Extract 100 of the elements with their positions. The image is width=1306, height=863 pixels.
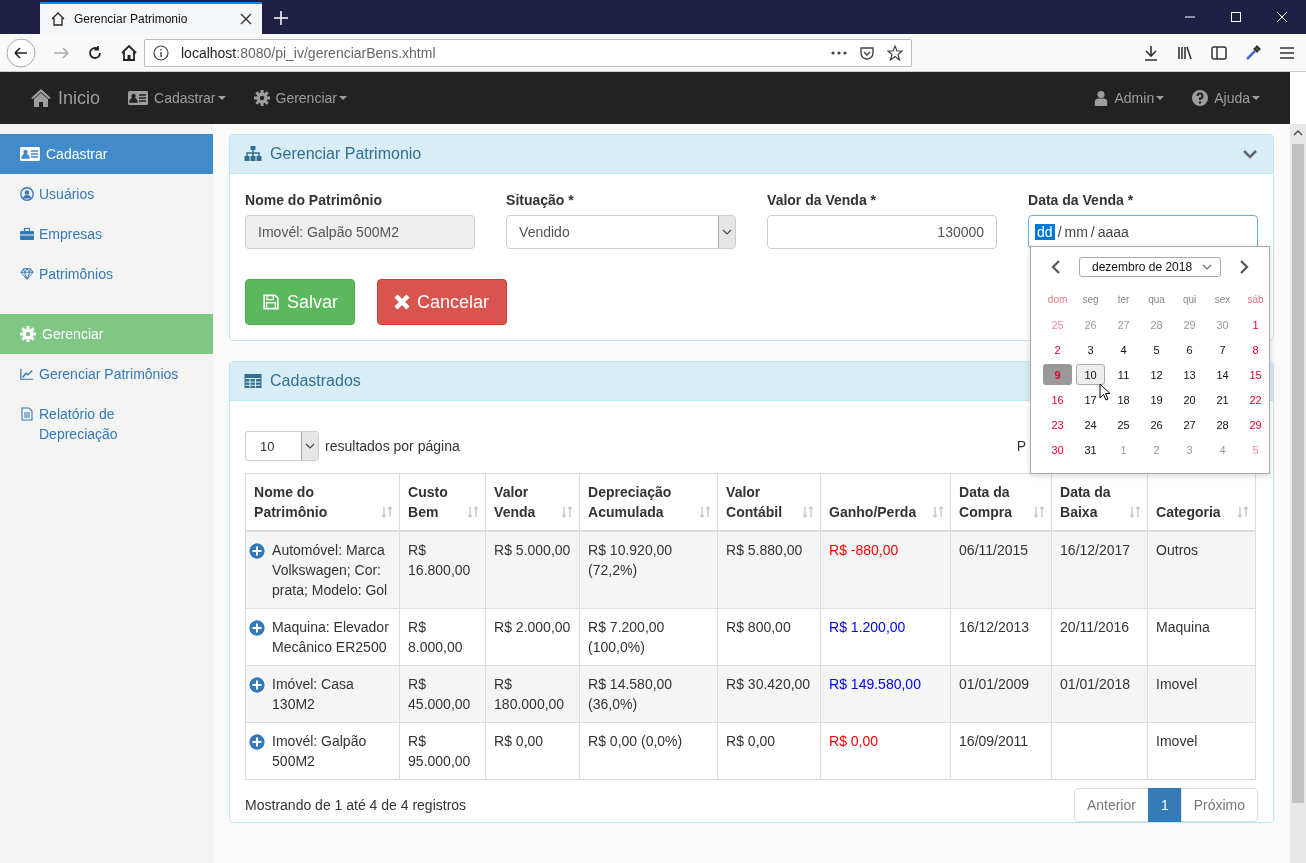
calendar-day[interactable]: 27 xyxy=(1175,414,1205,435)
asset-name: Imovél: Galpão 500M2 xyxy=(272,732,368,771)
calendar-day[interactable]: 23 xyxy=(1043,414,1073,435)
calendar-day[interactable]: 26 xyxy=(1142,414,1172,435)
panel-title: Gerenciar Patrimonio xyxy=(270,145,422,163)
eyedropper-icon[interactable] xyxy=(1244,43,1262,62)
sidebar-header[interactable]: Cadastrar xyxy=(0,134,214,174)
scroll-up-icon[interactable] xyxy=(1293,130,1304,136)
table-cell: R$ 180.000,00 xyxy=(485,665,580,723)
browser-tab[interactable]: Gerenciar Patrimonio xyxy=(40,2,262,34)
weekday-label: sáb xyxy=(1246,293,1265,307)
weekday-label: seg xyxy=(1081,293,1100,307)
chevron-down-icon[interactable] xyxy=(1243,147,1258,161)
table-cell: R$ 5.000,00 xyxy=(485,531,580,609)
reload-icon[interactable] xyxy=(86,43,104,62)
calendar-day[interactable]: 24 xyxy=(1076,414,1106,435)
page-size-label: resultados por página xyxy=(325,438,460,454)
nav-dropdown[interactable]: Cadastrar xyxy=(128,90,226,106)
back-button[interactable] xyxy=(6,37,36,68)
month-select[interactable]: dezembro de 2018 xyxy=(1079,257,1222,277)
cancel-button[interactable]: Cancelar xyxy=(377,279,508,325)
user-icon xyxy=(20,187,34,201)
scrollbar[interactable] xyxy=(1290,124,1306,863)
calendar-day[interactable]: 4 xyxy=(1109,339,1139,360)
sidebar-link[interactable]: Gerenciar Patrimônios xyxy=(0,354,214,394)
calendar-day[interactable]: 21 xyxy=(1208,389,1238,410)
url-text: localhost:8080/pi_iv/gerenciarBens.xhtml xyxy=(181,44,436,61)
table-cell: 20/11/2016 xyxy=(1051,608,1148,666)
sidebar-link[interactable]: Empresas xyxy=(0,214,214,254)
calendar-day[interactable]: 28 xyxy=(1208,414,1238,435)
sort-icon xyxy=(699,506,712,518)
calendar-day[interactable]: 19 xyxy=(1142,389,1172,410)
sort-icon xyxy=(802,506,815,518)
calendar-day[interactable]: 13 xyxy=(1175,364,1205,385)
calendar-day[interactable]: 20 xyxy=(1175,389,1205,410)
caret-icon xyxy=(1202,264,1213,270)
calendar-day[interactable]: 29 xyxy=(1241,414,1271,435)
sort-icon xyxy=(1237,506,1250,518)
calendar-day[interactable]: 12 xyxy=(1142,364,1172,385)
calendar-day[interactable]: 6 xyxy=(1175,339,1205,360)
address-bar[interactable]: localhost:8080/pi_iv/gerenciarBens.xhtml xyxy=(144,38,912,67)
table-cell: 16/12/2017 xyxy=(1051,531,1148,609)
calendar-day[interactable]: 11 xyxy=(1109,364,1139,385)
nav-dropdown[interactable]: Admin xyxy=(1092,90,1165,106)
tab-title: Gerenciar Patrimonio xyxy=(74,12,189,26)
calendar-day[interactable]: 14 xyxy=(1208,364,1238,385)
home-link[interactable]: Inicio xyxy=(30,87,101,109)
sale-value-field[interactable]: 130000 xyxy=(767,215,998,249)
calendar-day[interactable]: 18 xyxy=(1109,389,1139,410)
calendar-day[interactable]: 27 xyxy=(1109,314,1139,335)
calendar-day[interactable]: 5 xyxy=(1142,339,1172,360)
calendar-day[interactable]: 26 xyxy=(1076,314,1106,335)
calendar-day[interactable]: 16 xyxy=(1043,389,1073,410)
table-cell: 16/09/2011 xyxy=(950,722,1052,780)
home-icon xyxy=(30,88,52,108)
download-icon[interactable] xyxy=(1142,43,1160,62)
star-icon[interactable] xyxy=(887,44,903,61)
calendar-day[interactable]: 25 xyxy=(1109,414,1139,435)
line-chart-icon xyxy=(20,367,34,381)
new-tab-icon[interactable] xyxy=(274,11,288,25)
page-link[interactable]: Anterior xyxy=(1073,788,1149,822)
nav-dropdown[interactable]: Ajuda xyxy=(1192,90,1260,106)
home-icon[interactable] xyxy=(120,43,138,62)
pocket-icon[interactable] xyxy=(859,44,875,61)
page-link[interactable]: 1 xyxy=(1147,788,1182,822)
table-cell: R$ 10.920,00 (72,2%) xyxy=(579,531,718,609)
sidebar-link[interactable]: Usuários xyxy=(0,174,214,214)
expand-icon[interactable] xyxy=(248,676,267,694)
sidebar-link[interactable]: Relatório de Depreciação xyxy=(0,394,214,454)
calendar-day[interactable]: 8 xyxy=(1241,339,1271,360)
calendar-day[interactable]: 1 xyxy=(1241,314,1271,335)
calendar-day[interactable]: 31 xyxy=(1076,439,1106,460)
sidebar-icon[interactable] xyxy=(1210,43,1228,62)
calendar-day[interactable]: 2 xyxy=(1142,439,1172,460)
calendar-day[interactable]: 30 xyxy=(1043,439,1073,460)
maximize-icon[interactable] xyxy=(1230,11,1242,23)
asset-name: Maquina: Elevador Mecânico ER2500 xyxy=(272,618,390,657)
id-card-icon xyxy=(20,146,40,162)
calendar-day[interactable]: 22 xyxy=(1241,389,1271,410)
page-link[interactable]: Próximo xyxy=(1180,788,1259,822)
expand-icon[interactable] xyxy=(248,733,267,751)
name-field: Imovél: Galpão 500M2 xyxy=(245,215,476,249)
calendar-day[interactable]: 15 xyxy=(1241,364,1271,385)
table-cell: R$ 1.200,00 xyxy=(820,608,951,666)
nav-dropdown[interactable]: Gerenciar xyxy=(253,90,347,106)
table-cell: Imovel xyxy=(1147,722,1256,780)
calendar-day[interactable]: 3 xyxy=(1076,339,1106,360)
expand-icon[interactable] xyxy=(248,619,267,637)
field-label: Data da Venda * xyxy=(1028,192,1135,208)
page-size-select[interactable]: 10 xyxy=(245,431,320,461)
calendar-day[interactable]: 10 xyxy=(1076,364,1106,385)
calendar-day[interactable]: 7 xyxy=(1208,339,1238,360)
table-cell: 06/11/2015 xyxy=(950,531,1052,609)
expand-icon[interactable] xyxy=(248,542,267,560)
status-select[interactable]: Vendido xyxy=(506,215,737,249)
table-cell: R$ 0,00 xyxy=(820,722,951,780)
calendar-day[interactable]: 2 xyxy=(1043,339,1073,360)
close-icon[interactable] xyxy=(240,13,252,25)
date-field[interactable]: dd / mm / aaaa xyxy=(1028,215,1259,249)
sidebar-link[interactable]: Patrimônios xyxy=(0,254,214,294)
